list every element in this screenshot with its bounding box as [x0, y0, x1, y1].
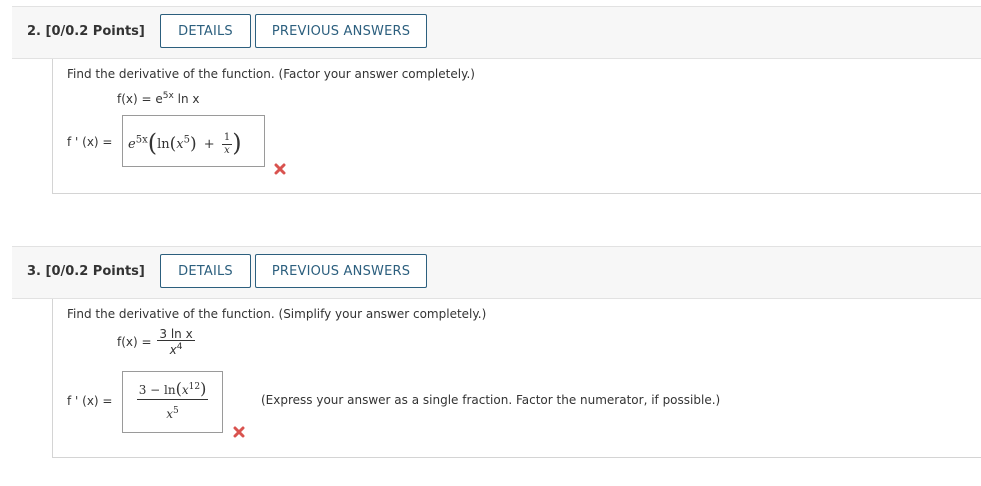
inner-paren-right: )	[189, 134, 197, 154]
previous-answers-button[interactable]: PREVIOUS ANSWERS	[255, 254, 427, 288]
function-definition: f(x) = e5x ln x	[117, 91, 200, 106]
function-fraction: 3 ln x x4	[157, 327, 195, 356]
previous-answers-button[interactable]: PREVIOUS ANSWERS	[255, 14, 427, 48]
plus-sign: +	[203, 137, 215, 152]
numerator-x-exponent: 12	[188, 382, 201, 392]
question-prompt: Find the derivative of the function. (Si…	[67, 307, 487, 321]
numerator-x: x	[181, 383, 189, 397]
question-3-title: 3. [0/0.2 Points]	[27, 264, 145, 279]
details-button[interactable]: DETAILS	[160, 14, 251, 48]
answer-expression: e5x(ln(x5) + 1 x )	[128, 129, 242, 157]
function-lhs: f(x) = e	[117, 92, 163, 106]
answer-numerator: 3 − ln(x12)	[136, 378, 209, 400]
denominator-exponent: 4	[176, 342, 183, 352]
left-paren: (	[147, 129, 158, 157]
function-lhs: f(x) =	[117, 335, 152, 349]
question-prompt: Find the derivative of the function. (Fa…	[67, 67, 475, 81]
function-definition: f(x) = 3 ln x x4	[117, 328, 195, 356]
function-denominator: x4	[170, 341, 183, 356]
answer-label: f ' (x) =	[67, 394, 113, 408]
function-exponent: 5x	[162, 91, 174, 101]
numerator-const: 3 − ln	[138, 383, 176, 397]
denominator-exponent: 5	[173, 406, 179, 416]
fraction-numerator: 1	[221, 132, 233, 145]
answer-expression: 3 − ln(x12) x5	[123, 378, 222, 425]
question-3-header: 3. [0/0.2 Points] DETAILS PREVIOUS ANSWE…	[12, 246, 981, 299]
question-3-body: Find the derivative of the function. (Si…	[52, 299, 981, 458]
fraction-denominator: x	[224, 145, 230, 156]
denominator-base: x	[169, 343, 177, 357]
answer-fraction: 3 − ln(x12) x5	[136, 378, 209, 425]
fraction-one-over-x: 1 x	[221, 132, 233, 157]
answer-input[interactable]: e5x(ln(x5) + 1 x )	[122, 115, 265, 167]
inner-x: x	[176, 137, 184, 152]
answer-label: f ' (x) =	[67, 135, 113, 149]
answer-exponent: 5x	[135, 134, 148, 146]
answer-input[interactable]: 3 − ln(x12) x5	[122, 371, 223, 433]
answer-base: e	[128, 137, 136, 152]
answer-instructions: (Express your answer as a single fractio…	[261, 393, 721, 407]
paren-right: )	[200, 379, 207, 398]
answer-denominator: x5	[166, 400, 179, 425]
incorrect-icon	[274, 163, 286, 175]
question-2-header: 2. [0/0.2 Points] DETAILS PREVIOUS ANSWE…	[12, 6, 981, 59]
function-numerator: 3 ln x	[157, 327, 195, 341]
ln-text: ln	[157, 137, 170, 152]
right-paren: )	[232, 129, 242, 157]
denominator-base: x	[166, 407, 174, 421]
function-rest: ln x	[173, 92, 200, 106]
details-button[interactable]: DETAILS	[160, 254, 251, 288]
incorrect-icon	[233, 426, 245, 438]
question-2-body: Find the derivative of the function. (Fa…	[52, 59, 981, 194]
question-2-title: 2. [0/0.2 Points]	[27, 24, 145, 39]
